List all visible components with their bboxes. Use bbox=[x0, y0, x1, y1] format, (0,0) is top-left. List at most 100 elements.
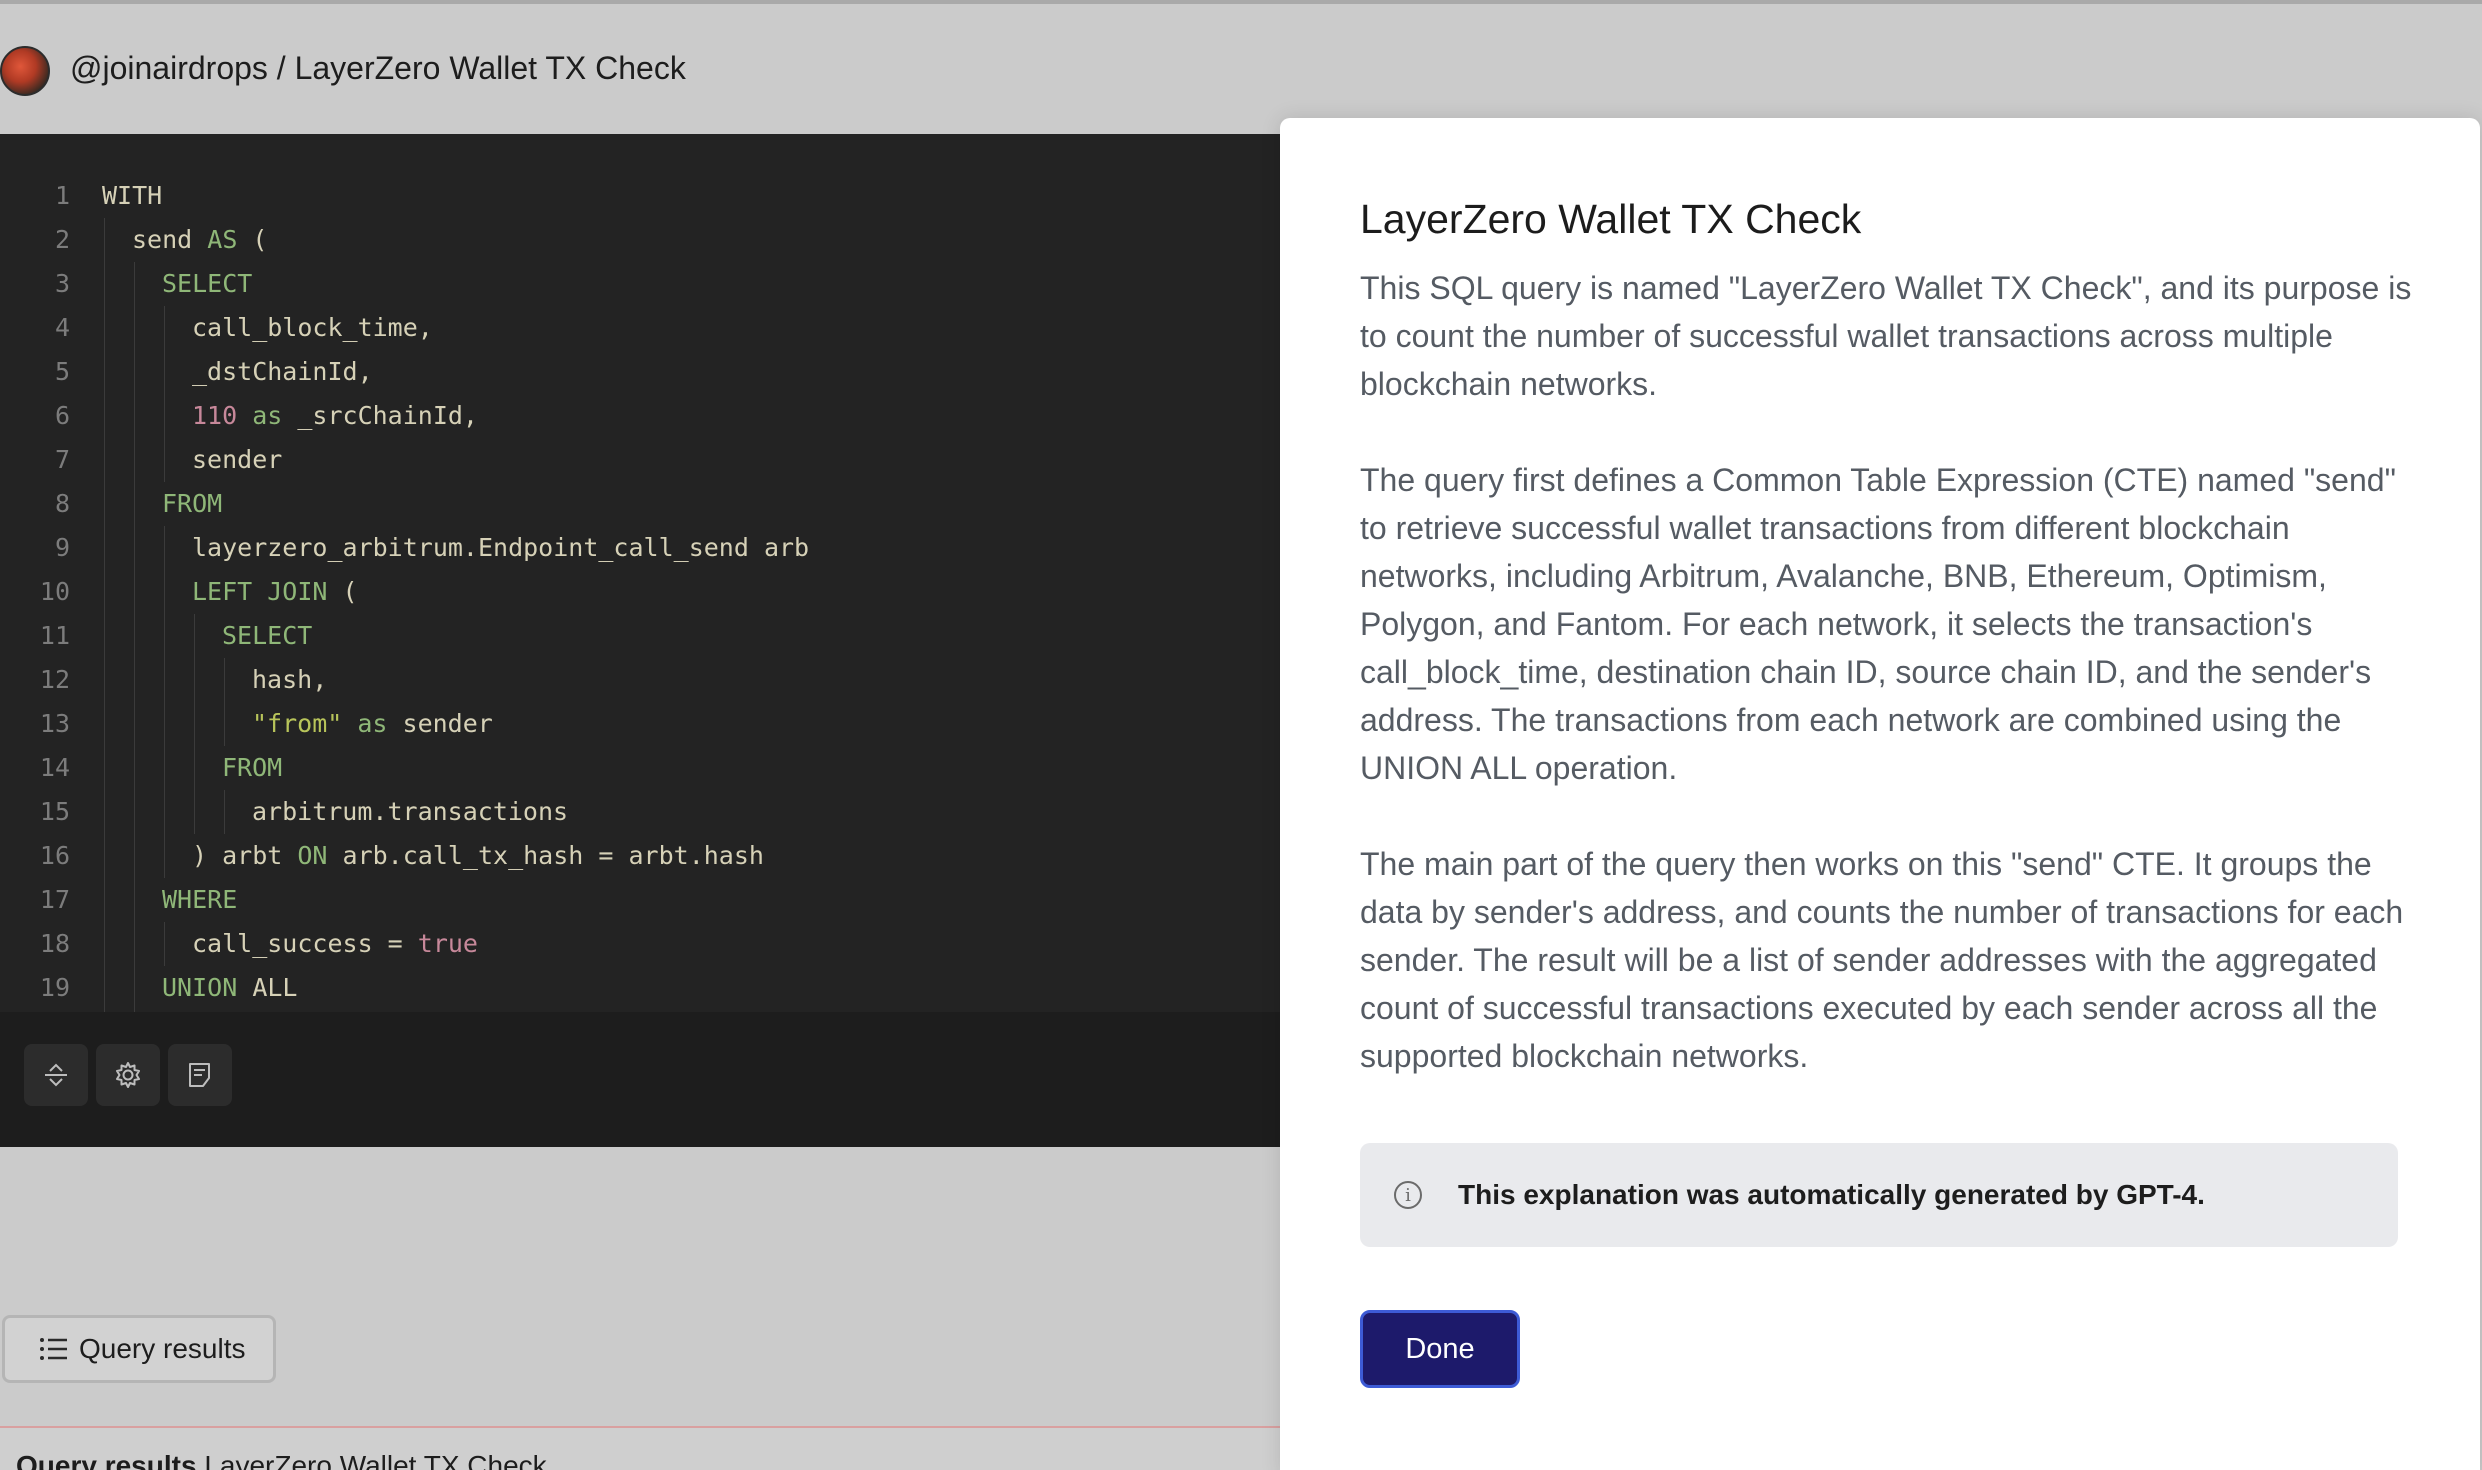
code-token: SELECT bbox=[222, 621, 313, 650]
indent-guide bbox=[134, 614, 135, 658]
code-lines[interactable]: 1 WITH 2 send AS (3 SELECT 4 call_block_time, 5… bbox=[0, 174, 1280, 1142]
indent-guide bbox=[164, 790, 165, 834]
code-token: LEFT JOIN bbox=[192, 577, 328, 606]
code-line[interactable]: 5 _dstChainId, bbox=[0, 350, 1280, 394]
code-token: FROM bbox=[222, 753, 283, 782]
indent-guide bbox=[104, 306, 105, 350]
code-editor[interactable]: 1 WITH 2 send AS (3 SELECT 4 call_block_time, 5… bbox=[0, 134, 1280, 1147]
indent-guide bbox=[134, 702, 135, 746]
expand-collapse-icon bbox=[45, 1063, 67, 1087]
indent-guide bbox=[164, 834, 165, 878]
explanation-modal: LayerZero Wallet TX Check This SQL query… bbox=[1280, 118, 2480, 1470]
indent-guide bbox=[164, 350, 165, 394]
code-token: UNION bbox=[162, 973, 238, 1002]
code-line[interactable]: 7 sender bbox=[0, 438, 1280, 482]
indent-guide bbox=[104, 394, 105, 438]
indent-guide bbox=[194, 658, 195, 702]
line-number: 9 bbox=[54, 533, 70, 562]
explanation-paragraph-3: The main part of the query then works on… bbox=[1360, 846, 2404, 1074]
code-token: WITH bbox=[102, 181, 163, 210]
code-token: SELECT bbox=[162, 269, 253, 298]
query-results-button[interactable]: Query results bbox=[2, 1315, 276, 1383]
line-number: 12 bbox=[39, 665, 70, 694]
code-token: arb.call_tx_hash = arbt.hash bbox=[327, 841, 764, 870]
line-number: 19 bbox=[39, 973, 70, 1002]
indent-guide bbox=[164, 614, 165, 658]
done-button[interactable]: Done bbox=[1360, 1310, 1520, 1388]
format-icon bbox=[189, 1063, 210, 1087]
indent-guide bbox=[134, 306, 135, 350]
line-number: 15 bbox=[39, 797, 70, 826]
indent-guide bbox=[104, 438, 105, 482]
line-number: 14 bbox=[39, 753, 70, 782]
line-number: 13 bbox=[39, 709, 70, 738]
code-line[interactable]: 16) arbt ON arb.call_tx_hash = arbt.hash bbox=[0, 834, 1280, 878]
indent-guide bbox=[164, 526, 165, 570]
indent-guide bbox=[134, 790, 135, 834]
line-number: 2 bbox=[54, 225, 70, 254]
explanation-paragraph-2: The query first defines a Common Table E… bbox=[1360, 462, 2396, 786]
modal-body: This SQL query is named "LayerZero Walle… bbox=[1360, 264, 2420, 1128]
code-line[interactable]: 1 WITH bbox=[0, 174, 1280, 218]
code-line[interactable]: 13 "from" as sender bbox=[0, 702, 1280, 746]
page-title: @joinairdrops / LayerZero Wallet TX Chec… bbox=[70, 50, 686, 86]
info-icon: i bbox=[1394, 1181, 1422, 1209]
code-text: WHERE bbox=[162, 878, 237, 922]
code-token: as bbox=[237, 401, 283, 430]
indent-guide bbox=[134, 350, 135, 394]
code-token: call_block_time, bbox=[192, 313, 433, 342]
indent-guide bbox=[134, 438, 135, 482]
indent-guide bbox=[104, 218, 105, 262]
indent-guide bbox=[104, 350, 105, 394]
modal-title: LayerZero Wallet TX Check bbox=[1360, 196, 1862, 242]
code-line[interactable]: 8 FROM bbox=[0, 482, 1280, 526]
code-line[interactable]: 14 FROM bbox=[0, 746, 1280, 790]
code-text: _dstChainId, bbox=[192, 350, 373, 394]
line-number: 4 bbox=[54, 313, 70, 342]
code-text: 110 as _srcChainId, bbox=[192, 394, 478, 438]
code-text: arbitrum.transactions bbox=[252, 790, 568, 834]
code-line[interactable]: 3 SELECT bbox=[0, 262, 1280, 306]
code-line[interactable]: 12 hash, bbox=[0, 658, 1280, 702]
code-text: sender bbox=[192, 438, 282, 482]
code-token: FROM bbox=[162, 489, 223, 518]
code-line[interactable]: 18 call_success = true bbox=[0, 922, 1280, 966]
code-line[interactable]: 11 SELECT bbox=[0, 614, 1280, 658]
line-number: 8 bbox=[54, 489, 70, 518]
avatar[interactable] bbox=[0, 46, 50, 96]
indent-guide bbox=[104, 878, 105, 922]
code-token: _srcChainId, bbox=[282, 401, 478, 430]
indent-guide bbox=[104, 702, 105, 746]
format-button[interactable] bbox=[168, 1044, 232, 1106]
code-line[interactable]: 6 110 as _srcChainId, bbox=[0, 394, 1280, 438]
code-line[interactable]: 19 UNION ALL bbox=[0, 966, 1280, 1010]
explanation-paragraph-1: This SQL query is named "LayerZero Walle… bbox=[1360, 270, 2412, 402]
indent-guide bbox=[104, 262, 105, 306]
indent-guide bbox=[224, 702, 225, 746]
indent-guide bbox=[164, 922, 165, 966]
code-token: call_success = bbox=[192, 929, 418, 958]
code-text: "from" as sender bbox=[252, 702, 493, 746]
code-token: hash, bbox=[252, 665, 328, 694]
expand-collapse-button[interactable] bbox=[24, 1044, 88, 1106]
code-line[interactable]: 9 layerzero_arbitrum.Endpoint_call_send a… bbox=[0, 526, 1280, 570]
code-line[interactable]: 17 WHERE bbox=[0, 878, 1280, 922]
line-number: 16 bbox=[39, 841, 70, 870]
line-number: 18 bbox=[39, 929, 70, 958]
app-root: @joinairdrops / LayerZero Wallet TX Chec… bbox=[0, 0, 2482, 1470]
code-line[interactable]: 4 call_block_time, bbox=[0, 306, 1280, 350]
indent-guide bbox=[224, 658, 225, 702]
settings-button[interactable] bbox=[96, 1044, 160, 1106]
gpt-notice-text: This explanation was automatically gener… bbox=[1458, 1179, 2205, 1210]
code-line[interactable]: 2 send AS ( bbox=[0, 218, 1280, 262]
code-token: 110 bbox=[192, 401, 238, 430]
indent-guide bbox=[224, 790, 225, 834]
header: @joinairdrops / LayerZero Wallet TX Chec… bbox=[0, 4, 2482, 134]
indent-guide bbox=[164, 394, 165, 438]
code-line[interactable]: 15 arbitrum.transactions bbox=[0, 790, 1280, 834]
code-text: WITH bbox=[102, 174, 162, 218]
code-token: send bbox=[132, 225, 208, 254]
indent-guide bbox=[194, 746, 195, 790]
code-line[interactable]: 10 LEFT JOIN ( bbox=[0, 570, 1280, 614]
indent-guide bbox=[134, 834, 135, 878]
